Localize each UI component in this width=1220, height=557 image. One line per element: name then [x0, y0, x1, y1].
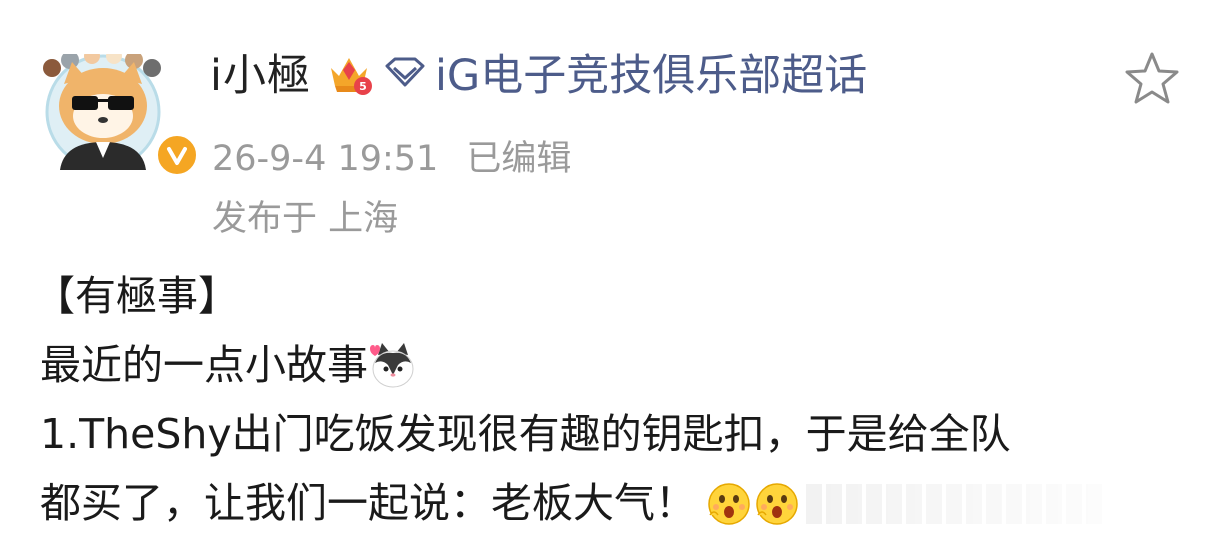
- post-text: 都买了，让我们一起说：老板大气！: [40, 479, 696, 527]
- post-timestamp: 26-9-4 19:51: [212, 139, 439, 179]
- post-line-1: 【有極事】: [34, 262, 1200, 331]
- truncated-text-fade: [806, 483, 1106, 524]
- author-name[interactable]: i小極: [210, 41, 311, 103]
- verified-icon: [154, 132, 200, 178]
- post-header: i小極 5 iG电子竞技俱乐部超话: [210, 42, 867, 102]
- svg-text:5: 5: [359, 80, 367, 93]
- supertopic-link[interactable]: iG电子竞技俱乐部超话: [435, 41, 867, 103]
- post-meta: 26-9-4 19:51 已编辑: [212, 130, 571, 181]
- surprised-face-icon: [708, 482, 750, 525]
- diamond-icon: [385, 57, 425, 87]
- edited-label[interactable]: 已编辑: [466, 139, 571, 179]
- post-line-2: 最近的一点小故事: [40, 331, 1200, 400]
- post-content: 【有極事】 最近的一点小故事 1.TheShy出门吃饭发现很有趣的钥匙扣，于是给…: [34, 262, 1200, 538]
- post-line-3: 1.TheShy出门吃饭发现很有趣的钥匙扣，于是给全队: [40, 400, 1200, 469]
- avatar[interactable]: [32, 14, 200, 178]
- vip-crown-icon: 5: [330, 58, 372, 95]
- avatar-image: [43, 54, 161, 170]
- post-text: 1.TheShy出门吃饭发现很有趣的钥匙扣，于是给全队: [40, 410, 1011, 458]
- post-title: 【有極事】: [34, 272, 239, 320]
- post-text: 最近的一点小故事: [40, 341, 368, 389]
- star-outline-icon[interactable]: [1124, 50, 1180, 106]
- surprised-face-icon: [756, 482, 798, 525]
- cat-with-heart-icon: [370, 342, 414, 387]
- post-line-4: 都买了，让我们一起说：老板大气！: [40, 469, 1200, 538]
- post-location: 发布于 上海: [212, 199, 399, 239]
